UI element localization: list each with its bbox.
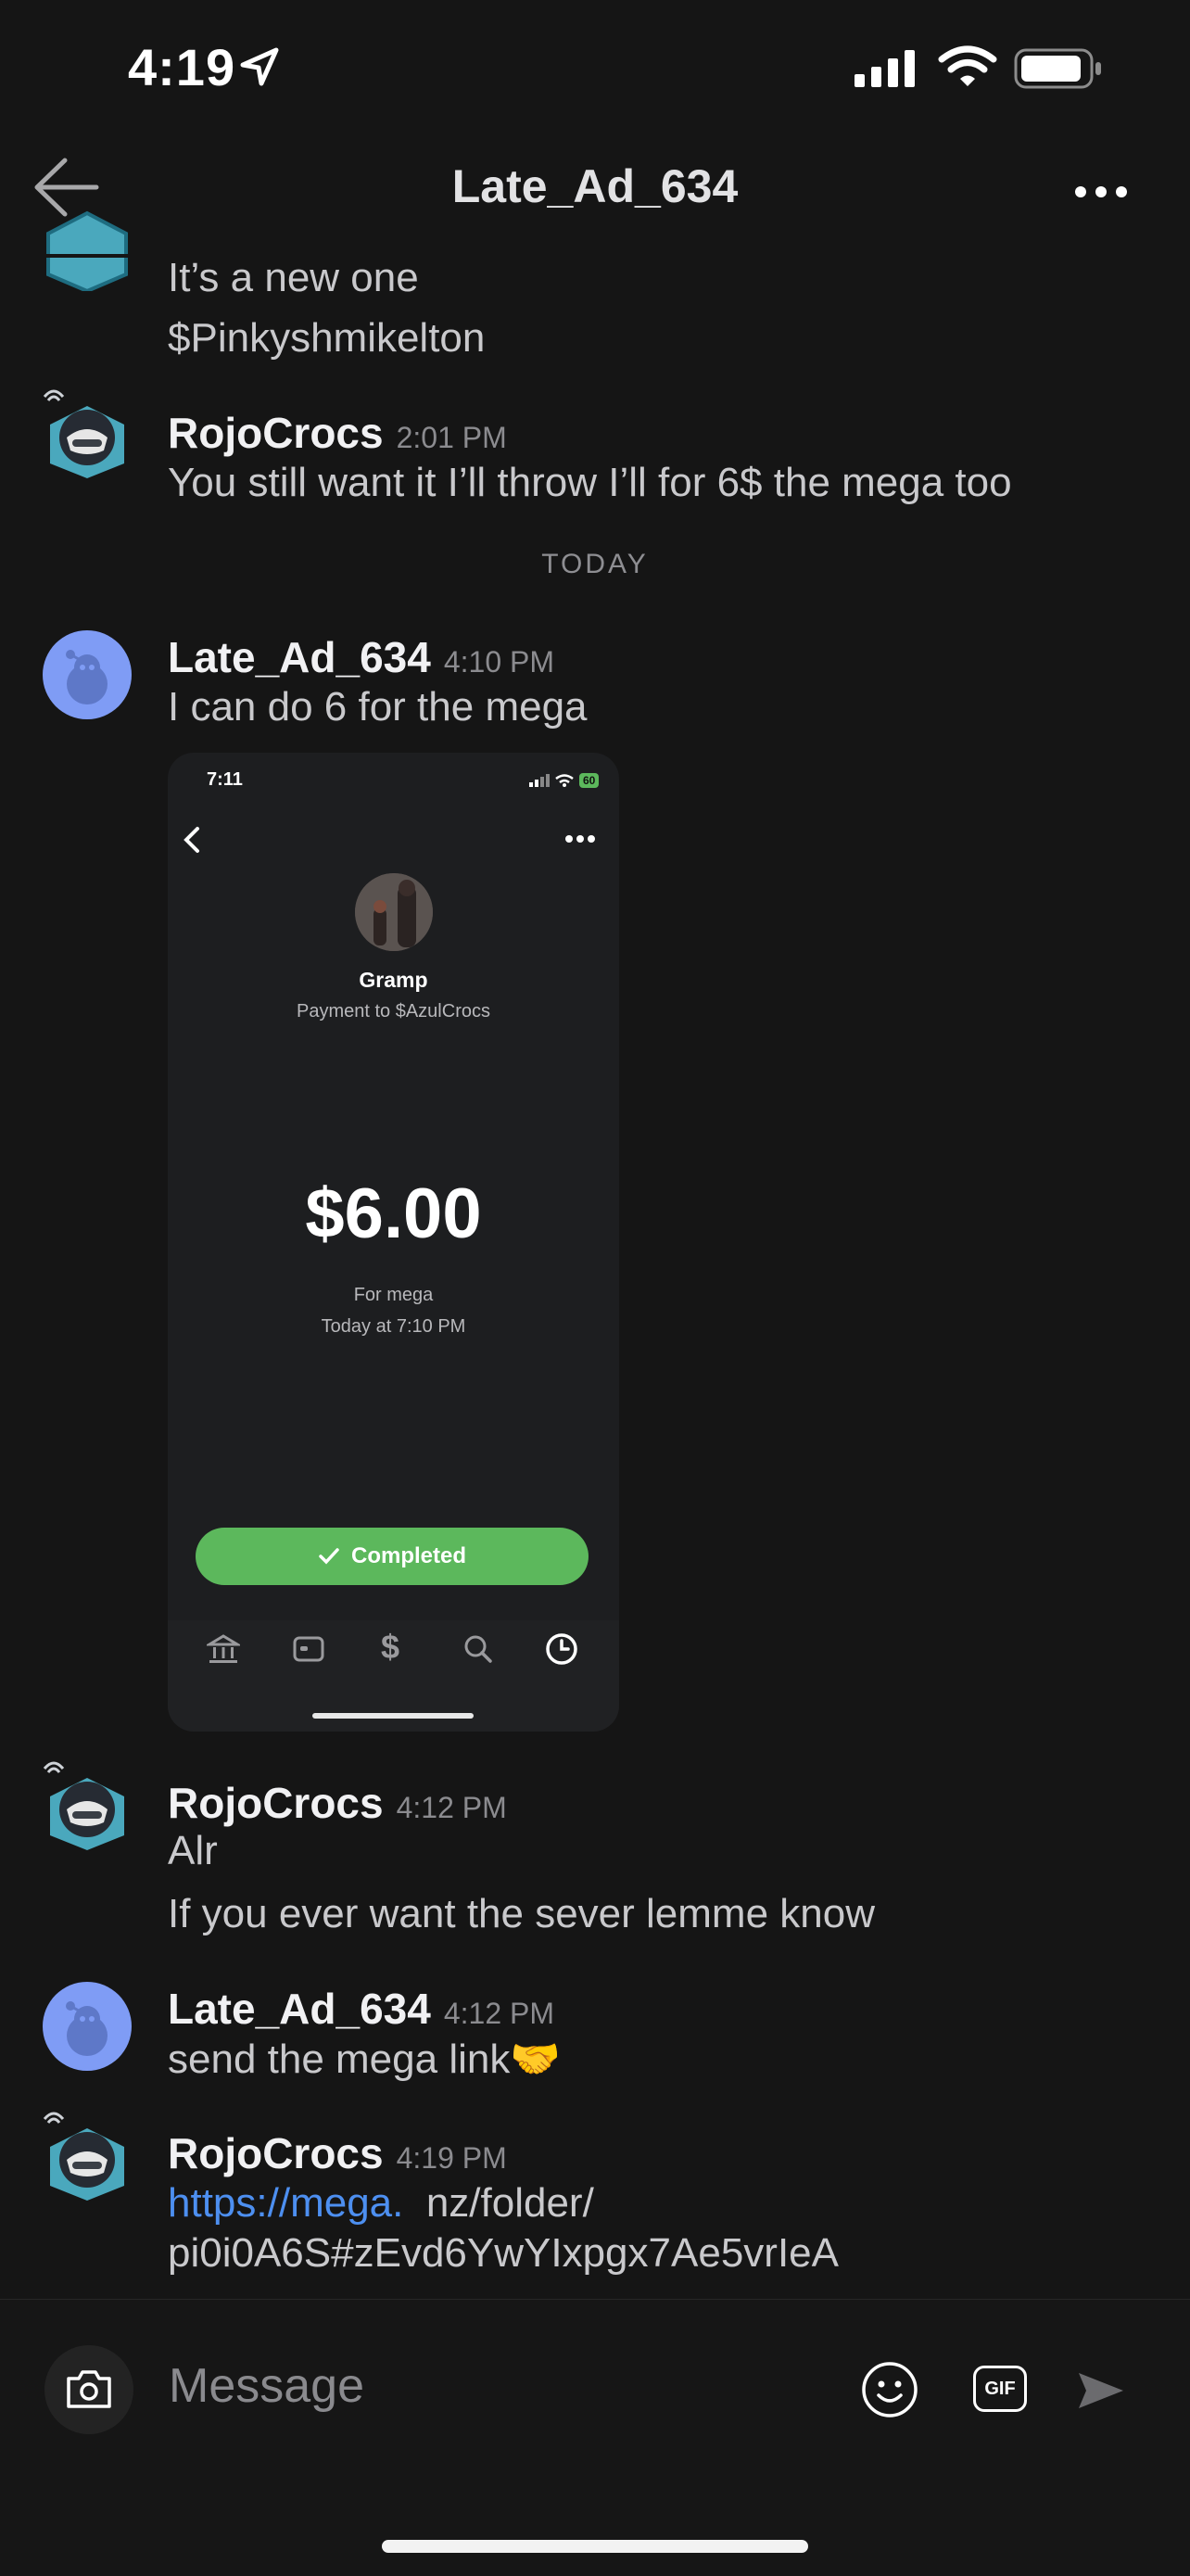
date-divider: TODAY xyxy=(541,549,649,579)
shot-completed-pill: Completed xyxy=(196,1528,589,1585)
shot-search-icon xyxy=(464,1635,492,1663)
message-input[interactable]: Message xyxy=(169,2358,364,2414)
avatar[interactable] xyxy=(43,2112,132,2205)
snoo-avatar-icon xyxy=(66,650,108,704)
payment-screenshot-image[interactable]: 7:11 60 Gramp Payment to $AzulCrocs $6.0… xyxy=(168,753,619,1732)
shot-dollar-icon: $ xyxy=(381,1628,400,1666)
shot-signal-icon xyxy=(529,774,550,787)
camera-icon xyxy=(67,2370,111,2408)
status-time: 4:19 xyxy=(128,38,236,96)
cellular-signal-icon xyxy=(855,50,915,87)
username[interactable]: RojoCrocs xyxy=(168,409,384,457)
username[interactable]: RojoCrocs xyxy=(168,2129,384,2177)
username[interactable]: RojoCrocs xyxy=(168,1779,384,1827)
snoo-helmet-avatar-icon xyxy=(43,1761,124,1850)
timestamp: 4:12 PM xyxy=(443,1997,554,2030)
message-text: If you ever want the sever lemme know xyxy=(168,1891,875,1936)
timestamp: 2:01 PM xyxy=(396,421,507,454)
message-header: RojoCrocs 4:19 PM xyxy=(168,2128,507,2178)
snoo-helmet-avatar-icon xyxy=(43,2112,124,2201)
snoo-avatar-icon xyxy=(66,2001,108,2056)
shot-back-icon xyxy=(184,827,199,853)
message-header: RojoCrocs 4:12 PM xyxy=(168,1778,507,1828)
gif-button[interactable]: GIF xyxy=(973,2366,1027,2412)
shot-more-icon xyxy=(565,835,595,843)
chat-title: Late_Ad_634 xyxy=(451,160,739,212)
message-text-segment: nz/folder/ xyxy=(425,2180,594,2226)
avatar[interactable] xyxy=(43,630,132,719)
shot-amount: $6.00 xyxy=(305,1174,482,1253)
avatar[interactable] xyxy=(43,389,132,483)
shot-card-icon xyxy=(293,1636,324,1662)
timestamp: 4:12 PM xyxy=(396,1791,507,1824)
location-arrow-icon xyxy=(240,47,279,86)
message-text: pi0i0A6S#zEvd6YwYIxpgx7Ae5vrIeA xyxy=(168,2230,839,2276)
message-text: $Pinkyshmikelton xyxy=(168,315,486,361)
message-text: https://mega. nz/folder/ xyxy=(168,2180,594,2227)
shot-status-label: Completed xyxy=(350,1543,466,1568)
message-header: RojoCrocs 2:01 PM xyxy=(168,408,507,458)
wifi-icon xyxy=(938,45,997,86)
message-text: Alr xyxy=(168,1828,218,1873)
emoji-icon[interactable] xyxy=(860,2360,919,2419)
message-text: It’s a new one xyxy=(168,255,419,300)
shot-status-icons: 60 xyxy=(529,773,600,788)
shot-recipient-name: Gramp xyxy=(359,968,428,992)
message-text: send the mega link🤝 xyxy=(168,2037,562,2082)
shot-payment-subtitle: Payment to $AzulCrocs xyxy=(297,1001,490,1022)
timestamp: 4:10 PM xyxy=(443,645,554,679)
avatar[interactable] xyxy=(43,1761,132,1855)
timestamp: 4:19 PM xyxy=(396,2141,507,2175)
shot-note: For mega xyxy=(353,1285,434,1305)
composer-bar xyxy=(0,2299,1190,2576)
shot-wifi-icon xyxy=(555,774,574,787)
shot-status-time: 7:11 xyxy=(207,769,243,790)
username[interactable]: Late_Ad_634 xyxy=(168,633,431,681)
shot-activity-clock-icon xyxy=(546,1633,577,1665)
shot-home-indicator xyxy=(312,1713,474,1719)
message-header: Late_Ad_634 4:10 PM xyxy=(168,632,554,682)
message-link[interactable]: https://mega. xyxy=(168,2180,403,2226)
message-text: I can do 6 for the mega xyxy=(168,684,588,730)
shot-date: Today at 7:10 PM xyxy=(321,1316,466,1337)
checkmark-icon xyxy=(319,1548,339,1565)
avatar[interactable] xyxy=(43,1982,132,2071)
message-header: Late_Ad_634 4:12 PM xyxy=(168,1984,554,2034)
shot-battery-badge: 60 xyxy=(579,773,600,788)
send-icon[interactable] xyxy=(1075,2369,1127,2412)
shot-recipient-avatar xyxy=(355,873,433,951)
more-options-icon[interactable] xyxy=(1073,178,1129,206)
rojocrocs-avatar-partial xyxy=(46,210,128,291)
snoo-helmet-avatar-icon xyxy=(43,389,124,478)
home-indicator xyxy=(382,2540,808,2553)
message-text: You still want it I’ll throw I’ll for 6$… xyxy=(168,460,1012,505)
battery-icon xyxy=(1014,48,1101,89)
username[interactable]: Late_Ad_634 xyxy=(168,1985,431,2033)
shot-bank-icon xyxy=(207,1634,240,1663)
camera-button[interactable] xyxy=(44,2345,133,2434)
